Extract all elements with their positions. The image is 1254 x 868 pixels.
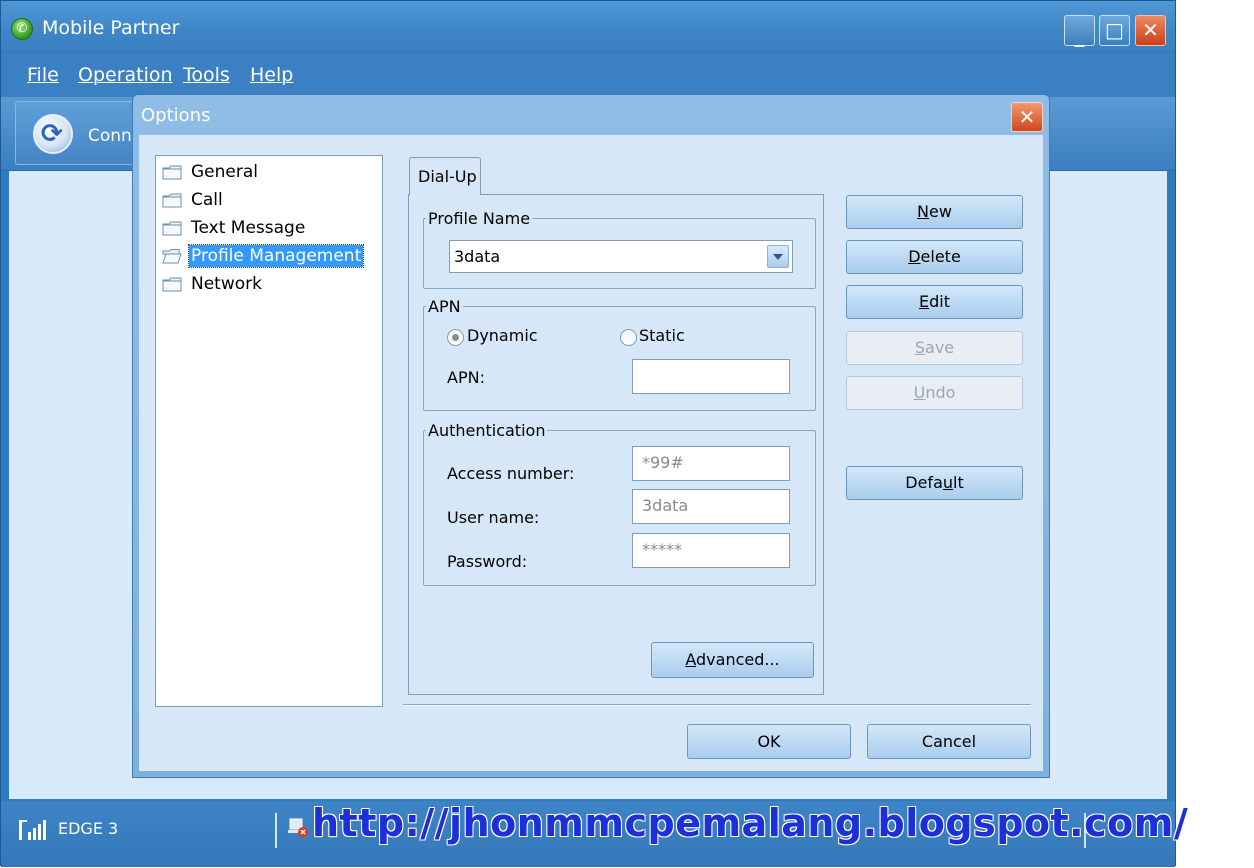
ok-button[interactable]: OK xyxy=(687,724,851,759)
close-icon: ✕ xyxy=(1018,105,1036,129)
folder-icon xyxy=(162,193,182,208)
close-button[interactable]: ✕ xyxy=(1135,15,1166,46)
default-button[interactable]: Default xyxy=(846,466,1023,500)
dialog-title: Options xyxy=(141,105,211,126)
network-status: EDGE 3 xyxy=(58,819,119,838)
tree-item-label: General xyxy=(191,162,258,182)
folder-icon xyxy=(162,277,182,292)
password-value: ***** xyxy=(642,540,682,559)
save-button[interactable]: Save xyxy=(846,331,1023,365)
close-icon: ✕ xyxy=(1142,18,1159,42)
radio-dynamic[interactable] xyxy=(447,329,464,346)
apn-field-label: APN: xyxy=(447,368,485,387)
tree-item-label: Network xyxy=(191,274,262,294)
profile-name-select[interactable]: 3data xyxy=(449,240,793,273)
user-name-value: 3data xyxy=(642,496,689,515)
tab-label: Dial-Up xyxy=(418,167,477,186)
group-label: Authentication xyxy=(428,421,546,440)
folder-open-icon xyxy=(162,249,182,264)
folder-icon xyxy=(162,221,182,236)
title-bar[interactable]: ✆ Mobile Partner _ □ ✕ xyxy=(1,1,1175,51)
advanced-button[interactable]: Advanced... xyxy=(651,642,814,678)
apn-input[interactable] xyxy=(632,359,790,394)
group-label: APN xyxy=(428,297,461,316)
tab-panel-dial-up: Profile Name 3data APN Dynamic Static AP… xyxy=(408,194,824,695)
cancel-button[interactable]: Cancel xyxy=(867,724,1031,759)
menu-operation[interactable]: Operation xyxy=(78,64,173,86)
radio-static-label[interactable]: Static xyxy=(639,326,685,345)
tree-item-label: Profile Management xyxy=(187,244,365,268)
user-name-label: User name: xyxy=(447,508,540,527)
minimize-icon: _ xyxy=(1074,23,1085,47)
delete-button[interactable]: Delete xyxy=(846,240,1023,274)
profile-name-value: 3data xyxy=(454,247,501,266)
tree-item-label: Text Message xyxy=(191,218,306,238)
chevron-down-icon[interactable] xyxy=(767,245,789,268)
watermark-url: http://jhonmmcpemalang.blogspot.com/ xyxy=(312,801,1189,845)
window-title: Mobile Partner xyxy=(42,17,180,39)
access-number-value: *99# xyxy=(642,453,684,472)
status-divider xyxy=(275,813,277,848)
app-icon: ✆ xyxy=(11,18,33,40)
undo-button[interactable]: Undo xyxy=(846,376,1023,410)
menu-bar: File Operation Tools Help xyxy=(1,52,1175,97)
maximize-button[interactable]: □ xyxy=(1099,15,1130,46)
tree-item-label: Call xyxy=(191,190,223,210)
access-number-label: Access number: xyxy=(447,464,575,483)
menu-tools[interactable]: Tools xyxy=(183,64,230,86)
radio-dynamic-label[interactable]: Dynamic xyxy=(467,326,538,345)
radio-static[interactable] xyxy=(620,329,637,346)
dialog-body: General Call Text Message Profile Manage… xyxy=(139,135,1043,771)
access-number-input[interactable]: *99# xyxy=(632,446,790,481)
edit-button[interactable]: Edit xyxy=(846,285,1023,319)
tab-dial-up[interactable]: Dial-Up xyxy=(409,157,481,195)
menu-file[interactable]: File xyxy=(27,64,59,86)
pc-disconnected-icon xyxy=(288,818,308,837)
options-tree: General Call Text Message Profile Manage… xyxy=(155,155,383,707)
password-input[interactable]: ***** xyxy=(632,533,790,568)
maximize-icon: □ xyxy=(1105,18,1124,42)
dialog-close-button[interactable]: ✕ xyxy=(1011,102,1043,132)
user-name-input[interactable]: 3data xyxy=(632,489,790,524)
folder-icon xyxy=(162,165,182,180)
signal-bars-icon xyxy=(19,820,46,840)
password-label: Password: xyxy=(447,552,528,571)
dialog-separator xyxy=(403,704,1031,706)
minimize-button[interactable]: _ xyxy=(1064,15,1095,47)
new-button[interactable]: New xyxy=(846,195,1023,229)
menu-help[interactable]: Help xyxy=(250,64,293,86)
group-label: Profile Name xyxy=(428,209,531,228)
connect-refresh-icon: ⟳ xyxy=(33,114,73,154)
